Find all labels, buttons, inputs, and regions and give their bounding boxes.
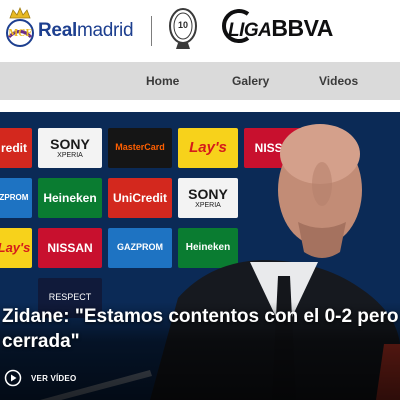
real-madrid-crest-icon[interactable]: MCF bbox=[4, 6, 36, 50]
liga-name: BBVA bbox=[271, 15, 333, 41]
headline-line-1: Zidane: "Estamos contentos con el 0-2 pe… bbox=[2, 306, 400, 327]
liga-bbva-wordmark[interactable]: LIGABBVA bbox=[228, 14, 333, 45]
liga-prefix: LIGA bbox=[228, 20, 272, 41]
nav-item-videos[interactable]: Videos bbox=[319, 62, 358, 100]
trophy-number: 10 bbox=[177, 20, 188, 30]
brand-light: madrid bbox=[76, 20, 134, 41]
site-header: MCF Realmadrid 10 LIGABBVA bbox=[0, 0, 400, 62]
header-divider bbox=[151, 16, 152, 46]
brand-wordmark[interactable]: Realmadrid bbox=[38, 19, 134, 43]
watch-video-button[interactable]: VER VÍDEO bbox=[4, 368, 76, 388]
hero-news-card[interactable]: redit SONY XPERIA MasterCard Lay's NISSA … bbox=[0, 112, 400, 400]
headline-line-2: cerrada" bbox=[2, 331, 80, 352]
nav-item-home[interactable]: Home bbox=[146, 62, 179, 100]
news-headline[interactable]: Zidane: "Estamos contentos con el 0-2 pe… bbox=[2, 304, 400, 354]
watch-video-label: VER VÍDEO bbox=[31, 373, 77, 383]
svg-text:MCF: MCF bbox=[8, 29, 32, 39]
play-circle-icon bbox=[4, 369, 22, 387]
brand-bold: Real bbox=[38, 20, 77, 41]
nav-item-galery[interactable]: Galery bbox=[232, 62, 269, 100]
main-nav: Home Galery Videos bbox=[0, 62, 400, 100]
